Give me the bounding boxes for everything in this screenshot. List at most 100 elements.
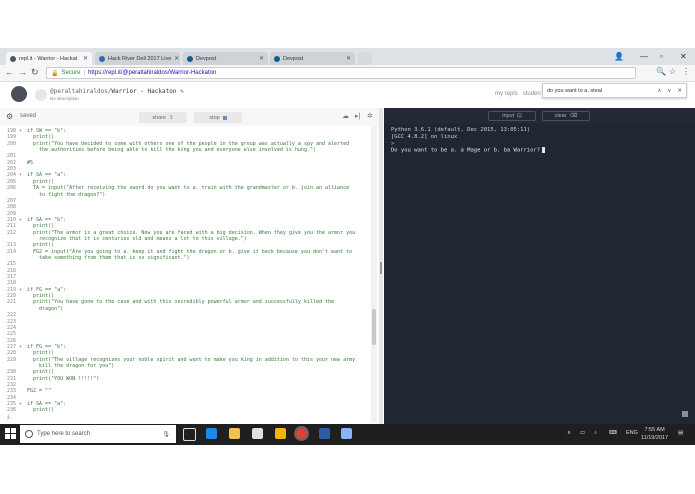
reload-icon[interactable]: ↻ — [31, 67, 39, 78]
tab-title: repl.it - Warrior - Hackat — [19, 55, 78, 62]
store-icon[interactable] — [252, 428, 263, 439]
stop-button[interactable]: stop — [194, 112, 242, 123]
close-tab-icon[interactable]: ✕ — [259, 55, 264, 62]
bookmark-star-icon[interactable]: ☆ — [669, 67, 676, 76]
code-editor[interactable]: 198 ▾ if SW == "b": 199 print() 200 print("Y… — [0, 126, 378, 423]
code-text: print("The village recognizes your noble… — [27, 356, 356, 363]
debug-icon[interactable]: ✲ — [367, 112, 373, 120]
code-text: recognize that it is centuries old and m… — [27, 235, 247, 242]
browser-tab-replit[interactable]: repl.it - Warrior - Hackat ✕ — [6, 52, 92, 65]
browser-tab-hackriver[interactable]: Hack River Dell 2017 Live ✕ — [95, 52, 180, 65]
console-line: [GCC 4.8.2] on linux — [391, 134, 458, 140]
input-button[interactable]: input ⊡ — [488, 111, 536, 121]
browser-tab-devpost-1[interactable]: Devpost ✕ — [183, 52, 268, 65]
fold-arrow-icon[interactable]: ▾ — [19, 128, 24, 134]
edit-pencil-icon[interactable]: ✎ — [180, 88, 184, 95]
network-icon[interactable]: ▭ — [580, 430, 585, 436]
line-number: 206 — [7, 185, 17, 192]
word-icon[interactable] — [319, 428, 330, 439]
console-line: Do you want to be a. a Mage or b. ba War… — [391, 147, 541, 154]
zoom-search-icon[interactable]: 🔍 — [656, 67, 666, 76]
close-window-icon[interactable]: ✕ — [680, 52, 687, 61]
taskbar-clock[interactable]: 7:55 AM 11/19/2017 — [641, 426, 668, 442]
line-number: 233 — [7, 388, 17, 395]
line-number: 199 — [7, 134, 17, 141]
clock-date: 11/19/2017 — [641, 435, 669, 441]
code-text: print("The armor is a great choice. Now … — [27, 229, 356, 236]
clock-time: 7:55 AM — [644, 427, 665, 433]
taskbar-search-box[interactable]: Type here to search 🎙 — [20, 425, 176, 443]
line-number: 234 — [7, 394, 17, 401]
console-pane[interactable] — [384, 108, 695, 424]
splitter-grip-icon[interactable] — [380, 262, 382, 274]
minimize-icon[interactable]: — — [640, 52, 648, 61]
fold-arrow-icon[interactable]: ▾ — [19, 172, 24, 178]
cloud-icon[interactable]: ☁ — [342, 112, 349, 120]
browser-tab-devpost-2[interactable]: Devpost ✕ — [270, 52, 355, 65]
chrome-icon[interactable] — [294, 426, 309, 441]
back-icon[interactable]: ← — [5, 67, 14, 77]
editor-scrollbar[interactable] — [371, 126, 377, 423]
close-tab-icon[interactable]: ✕ — [174, 55, 179, 62]
app-icon[interactable] — [275, 428, 286, 439]
fold-arrow-icon[interactable]: ▾ — [19, 401, 24, 407]
project-description[interactable]: No description — [50, 96, 79, 101]
new-tab-button[interactable] — [358, 52, 372, 65]
tab-title: Hack River Dell 2017 Live — [108, 55, 172, 62]
maximize-icon[interactable]: ▫ — [660, 52, 663, 61]
language-indicator[interactable]: ENG — [626, 430, 638, 436]
find-next-icon[interactable]: ∨ — [667, 88, 671, 94]
code-text: print("You have decided to come with oth… — [27, 140, 350, 147]
code-text: take something from them that is so sign… — [27, 255, 190, 261]
fold-arrow-icon[interactable]: ▾ — [19, 287, 24, 293]
fold-arrow-icon[interactable]: ▾ — [19, 217, 24, 223]
fold-arrow-icon[interactable]: ▾ — [19, 344, 24, 350]
step-icon[interactable]: ▸| — [355, 112, 360, 120]
url-bar[interactable]: 🔒 Secure | https://repl.it/@peraltahiral… — [46, 67, 636, 79]
edge-browser-icon[interactable] — [206, 428, 217, 439]
microphone-icon[interactable]: 🎙 — [162, 431, 170, 438]
find-prev-icon[interactable]: ∧ — [657, 88, 661, 94]
line-number: 236 — [7, 407, 17, 414]
line-number: 225 — [7, 331, 17, 338]
console-line: Python 3.6.1 (default, Dec 2015, 13:05:1… — [391, 127, 531, 133]
code-text: dragon") — [27, 305, 64, 312]
line-number: 224 — [7, 324, 17, 331]
student-link[interactable]: studen — [523, 91, 541, 97]
browser-menu-icon[interactable]: ⋮ — [682, 67, 690, 76]
windows-start-icon[interactable] — [5, 428, 16, 439]
project-title: @peraltahiraldos/Warrior - Hackaton ✎ — [50, 88, 184, 95]
app-icon-2[interactable] — [341, 428, 352, 439]
volume-icon[interactable]: ♪ — [594, 430, 597, 436]
resize-corner-icon[interactable] — [682, 411, 688, 417]
editor-scrollbar-thumb[interactable] — [372, 309, 376, 345]
share-button[interactable]: share ⇪ — [139, 112, 187, 123]
replit-logo-icon[interactable] — [11, 86, 27, 102]
my-repls-link[interactable]: my repls — [495, 91, 518, 97]
profile-icon[interactable]: 👤 — [614, 52, 624, 61]
avatar[interactable] — [35, 89, 47, 101]
project-user[interactable]: @peraltahiraldos/ — [50, 88, 111, 95]
clear-label: clear — [554, 113, 567, 119]
notifications-icon[interactable]: ▤ — [678, 430, 683, 436]
close-tab-icon[interactable]: ✕ — [346, 55, 351, 62]
project-name[interactable]: Warrior - Hackaton — [111, 88, 176, 95]
find-close-icon[interactable]: ✕ — [677, 88, 682, 94]
find-in-page-bar[interactable]: do you want to a. steal ∧ ∨ ✕ — [542, 83, 687, 98]
keyboard-icon[interactable]: ⌨ — [609, 430, 617, 436]
settings-gear-icon[interactable]: ⚙ — [6, 112, 13, 121]
find-query[interactable]: do you want to a. steal — [547, 88, 602, 94]
text-cursor — [542, 147, 546, 153]
download-icon[interactable]: ⤓ — [7, 414, 10, 421]
task-view-icon[interactable] — [183, 428, 196, 441]
secure-label: Secure — [61, 70, 81, 76]
clear-button[interactable]: clear ⌫ — [542, 111, 590, 121]
line-number: 222 — [7, 312, 17, 319]
editor-toolbar — [0, 108, 381, 127]
close-tab-icon[interactable]: ✕ — [83, 55, 88, 62]
line-number: 216 — [7, 267, 17, 274]
file-explorer-icon[interactable] — [229, 428, 240, 439]
console-question[interactable]: Do you want to be a. a Mage or b. ba War… — [391, 147, 546, 154]
forward-icon[interactable]: → — [18, 67, 27, 77]
tray-chevron-icon[interactable]: ∧ — [567, 430, 571, 436]
